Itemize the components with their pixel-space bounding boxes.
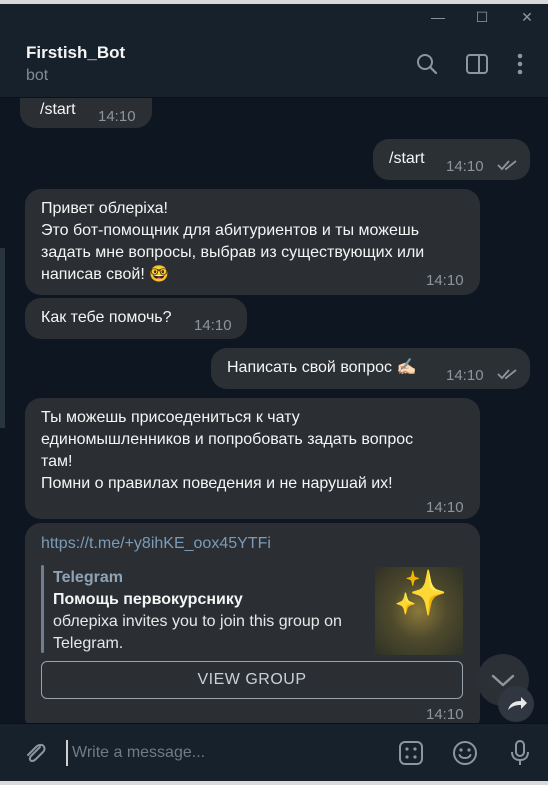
preview-description: облеріха invites you to join this group … <box>53 613 342 652</box>
message-time: 14:10 <box>446 158 484 175</box>
preview-accent-bar <box>41 565 44 653</box>
chat-title: Firstish_Bot <box>26 43 126 62</box>
double-check-icon <box>497 160 517 171</box>
preview-site-name: Telegram <box>53 569 123 586</box>
message-time: 14:10 <box>194 317 232 334</box>
bot-commands-icon[interactable] <box>396 738 426 768</box>
message-composer <box>0 723 548 781</box>
message-input[interactable] <box>66 740 386 766</box>
message-list[interactable]: /start 14:10 /start 14:10 Привет облеріх… <box>0 98 548 723</box>
message-time: 14:10 <box>426 706 464 723</box>
message-bubble-incoming[interactable]: Ты можешь присоедениться к чату единомыш… <box>25 398 480 519</box>
chat-status: bot <box>26 67 49 84</box>
message-text: Написать свой вопрос ✍🏻 <box>227 359 417 376</box>
link-message-bubble[interactable]: https://t.me/+y8ihKE_oox45YTFi Telegram … <box>25 523 480 723</box>
message-time: 14:10 <box>446 367 484 384</box>
maximize-button[interactable]: ☐ <box>471 8 493 26</box>
minimize-button[interactable]: — <box>427 8 449 26</box>
scroll-edge <box>0 248 5 428</box>
message-text: Как тебе помочь? <box>41 309 172 326</box>
message-text: /start <box>40 101 76 118</box>
message-bubble-outgoing[interactable]: /start 14:10 <box>373 139 530 180</box>
message-bubble-incoming[interactable]: Привет облеріха! Это бот-помощник для аб… <box>25 189 480 295</box>
message-text: Ты можешь присоедениться к чату единомыш… <box>41 409 414 492</box>
sidebar-toggle-icon[interactable] <box>464 51 490 77</box>
message-time: 14:10 <box>98 108 136 125</box>
message-time: 14:10 <box>426 499 464 516</box>
window-titlebar: — ☐ ✕ <box>0 4 548 30</box>
preview-title: Помощь первокурснику <box>53 591 243 608</box>
preview-thumbnail[interactable]: ✨ <box>375 567 463 655</box>
view-group-button[interactable]: VIEW GROUP <box>41 661 463 699</box>
double-check-icon <box>497 369 517 380</box>
share-icon <box>508 697 527 710</box>
paperclip-icon[interactable] <box>20 738 50 768</box>
share-button[interactable] <box>498 686 534 722</box>
sparkles-icon: ✨ <box>393 569 448 618</box>
emoji-icon[interactable] <box>450 738 480 768</box>
message-bubble-incoming[interactable]: Как тебе помочь? 14:10 <box>25 298 247 339</box>
message-text: /start <box>389 150 425 167</box>
message-bubble-incoming[interactable]: /start 14:10 <box>20 98 152 128</box>
message-bubble-outgoing[interactable]: Написать свой вопрос ✍🏻 14:10 <box>211 348 530 389</box>
window-bottom-strip <box>0 781 548 785</box>
close-window-button[interactable]: ✕ <box>516 8 538 26</box>
microphone-icon[interactable] <box>505 738 535 768</box>
more-vertical-icon[interactable] <box>507 51 533 77</box>
message-time: 14:10 <box>426 272 464 289</box>
message-text: Привет облеріха! Это бот-помощник для аб… <box>41 200 425 283</box>
chat-header[interactable]: Firstish_Bot bot <box>0 30 548 98</box>
invite-link[interactable]: https://t.me/+y8ihKE_oox45YTFi <box>41 533 271 555</box>
search-icon[interactable] <box>414 51 440 77</box>
